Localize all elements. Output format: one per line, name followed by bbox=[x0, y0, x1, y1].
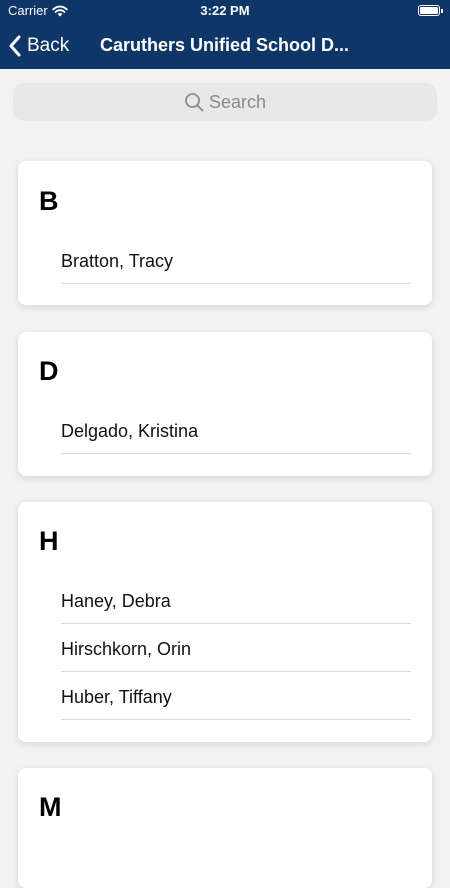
list-item-label: Delgado, Kristina bbox=[61, 421, 199, 441]
list-item[interactable]: Huber, Tiffany bbox=[61, 673, 411, 720]
search-placeholder: Search bbox=[208, 91, 267, 112]
section-letter: B bbox=[39, 186, 59, 216]
list-item-label: Huber, Tiffany bbox=[61, 687, 172, 707]
search-bar[interactable]: Search bbox=[13, 83, 437, 121]
list-item[interactable]: Haney, Debra bbox=[61, 577, 411, 624]
list-item[interactable]: Hirschkorn, Orin bbox=[61, 625, 411, 672]
list-item-label: Hirschkorn, Orin bbox=[61, 639, 192, 659]
section-card-b: B Bratton, Tracy bbox=[18, 161, 432, 305]
list-item-label: Bratton, Tracy bbox=[61, 251, 174, 271]
page-title: Caruthers Unified School D... bbox=[100, 35, 350, 55]
status-bar: Carrier 3:22 PM bbox=[0, 0, 450, 22]
battery-icon bbox=[418, 5, 443, 16]
section-letter: D bbox=[39, 356, 59, 386]
top-bar: Carrier 3:22 PM Back Caruthers Unified S… bbox=[0, 0, 450, 69]
back-label: Back bbox=[27, 34, 70, 56]
list-item[interactable]: Delgado, Kristina bbox=[61, 407, 411, 454]
search-icon bbox=[185, 93, 204, 112]
status-time: 3:22 PM bbox=[200, 3, 250, 18]
chevron-left-icon bbox=[9, 35, 21, 56]
navigation-bar: Back Caruthers Unified School D... bbox=[0, 22, 450, 69]
list-item-label: Haney, Debra bbox=[61, 591, 171, 611]
list-item[interactable]: Bratton, Tracy bbox=[61, 237, 411, 284]
section-card-m: M bbox=[18, 768, 432, 888]
section-card-d: D Delgado, Kristina bbox=[18, 332, 432, 476]
section-card-h: H Haney, Debra Hirschkorn, Orin Huber, T… bbox=[18, 502, 432, 742]
back-button[interactable]: Back bbox=[8, 22, 69, 69]
section-letter: H bbox=[39, 526, 59, 556]
section-letter: M bbox=[39, 792, 62, 822]
